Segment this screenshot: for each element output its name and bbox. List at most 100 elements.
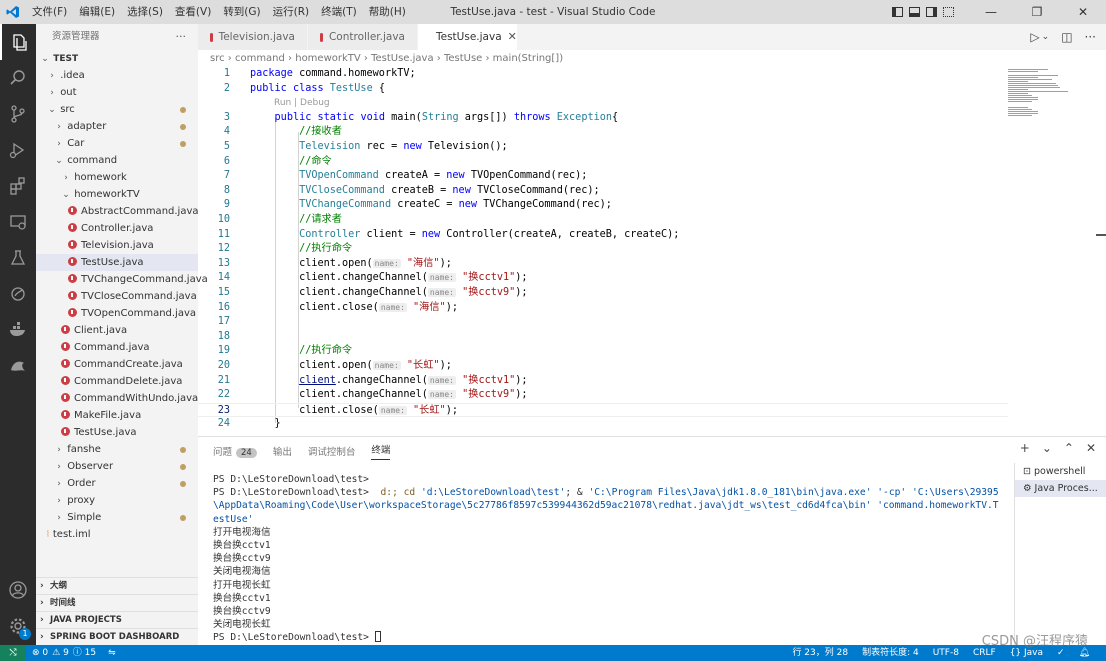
menu-item[interactable]: 终端(T)	[315, 0, 363, 24]
chevron-down-icon[interactable]: ⌄	[40, 51, 50, 68]
code-line[interactable]: 3 public static void main(String args[])…	[198, 111, 1008, 126]
panel-tab[interactable]: 调试控制台	[308, 444, 356, 458]
close-panel-icon[interactable]: ✕	[1086, 441, 1096, 455]
chevron-down-icon[interactable]: ⌄	[54, 153, 64, 170]
explorer-icon[interactable]	[0, 24, 36, 60]
cursor-position[interactable]: 行 23，列 28	[792, 645, 848, 661]
run-dropdown-icon[interactable]: ⌄	[1042, 32, 1050, 42]
code-line[interactable]: 1 package command.homeworkTV;	[198, 67, 1008, 82]
code-line[interactable]: 6 //命令	[198, 155, 1008, 170]
live-share-icon[interactable]: ⇋	[108, 645, 116, 661]
chevron-down-icon[interactable]: ⌄	[61, 187, 71, 204]
code-line[interactable]: 18	[198, 330, 1008, 345]
code-line[interactable]: 20 client.open(name: "长虹");	[198, 359, 1008, 374]
tree-item[interactable]: ⦚ test.iml	[36, 526, 198, 543]
tree-item[interactable]: TVChangeCommand.java	[36, 271, 208, 288]
panel-tab[interactable]: 终端	[371, 442, 391, 460]
chevron-right-icon[interactable]: ›	[54, 442, 64, 459]
errors-count[interactable]: ⊗ 0	[32, 645, 48, 661]
code-line[interactable]: 2 public class TestUse {	[198, 82, 1008, 97]
chevron-down-icon[interactable]: ⌄	[47, 102, 57, 119]
more-actions-icon[interactable]: ···	[176, 30, 187, 43]
sidebar-section[interactable]: › 大纲	[36, 577, 198, 594]
sidebar-section[interactable]: › JAVA PROJECTS	[36, 611, 198, 628]
split-editor-icon[interactable]: ◫	[1061, 30, 1072, 44]
minimize-button[interactable]: —	[968, 0, 1014, 24]
tab-size[interactable]: 制表符长度: 4	[862, 645, 919, 661]
tree-item[interactable]: › Order	[36, 475, 198, 492]
menu-item[interactable]: 选择(S)	[121, 0, 169, 24]
menu-item[interactable]: 查看(V)	[169, 0, 217, 24]
editor-tab[interactable]: Television.java	[198, 24, 308, 50]
sidebar-section[interactable]: › 时间线	[36, 594, 198, 611]
chevron-right-icon[interactable]: ›	[54, 493, 64, 510]
code-line[interactable]: 14 client.changeChannel(name: "换cctv1");	[198, 271, 1008, 286]
spring-boot-icon[interactable]	[0, 276, 36, 312]
info-count[interactable]: ⓘ 15	[73, 645, 96, 661]
tree-item[interactable]: TestUse.java	[36, 254, 198, 271]
menu-item[interactable]: 帮助(H)	[363, 0, 412, 24]
tree-item[interactable]: ⌄ command	[36, 152, 198, 169]
toggle-panel-icon[interactable]	[909, 7, 920, 17]
code-line[interactable]: 11 Controller client = new Controller(cr…	[198, 228, 1008, 243]
manage-gear-icon[interactable]: 1	[0, 608, 36, 644]
restore-button[interactable]: ❐	[1014, 0, 1060, 24]
code-line[interactable]: 22 client.changeChannel(name: "换cctv9");	[198, 388, 1008, 403]
code-line[interactable]: 13 client.open(name: "海信");	[198, 257, 1008, 272]
code-line[interactable]: 15 client.changeChannel(name: "换cctv9");	[198, 286, 1008, 301]
tree-item[interactable]: TestUse.java	[36, 424, 198, 441]
terminal-dropdown-icon[interactable]: ⌄	[1042, 441, 1052, 455]
mysql-icon[interactable]	[0, 348, 36, 384]
chevron-right-icon[interactable]: ›	[54, 119, 64, 136]
tree-item[interactable]: › fanshe	[36, 441, 198, 458]
minimap[interactable]	[1004, 67, 1094, 127]
remote-indicator-icon[interactable]: ⤭	[0, 645, 26, 661]
code-line[interactable]: 5 Television rec = new Television();	[198, 140, 1008, 155]
run-icon[interactable]: ▷	[1030, 30, 1039, 44]
code-line[interactable]: 7 TVOpenCommand createA = new TVOpenComm…	[198, 169, 1008, 184]
toggle-secondary-sidebar-icon[interactable]	[926, 7, 937, 17]
editor-more-icon[interactable]: ···	[1085, 30, 1096, 44]
breadcrumb[interactable]: src › command › homeworkTV › TestUse.jav…	[210, 51, 563, 67]
run-debug-codelens[interactable]: Run | Debug	[274, 96, 330, 110]
tree-item[interactable]: CommandDelete.java	[36, 373, 198, 390]
tree-item[interactable]: › Car	[36, 135, 198, 152]
code-line[interactable]: 16 client.close(name: "海信");	[198, 301, 1008, 316]
menu-item[interactable]: 运行(R)	[267, 0, 316, 24]
terminal-instance[interactable]: ⊡ powershell	[1015, 463, 1106, 480]
tree-item[interactable]: Controller.java	[36, 220, 198, 237]
customize-layout-icon[interactable]	[943, 7, 954, 17]
chevron-right-icon[interactable]: ›	[54, 476, 64, 493]
code-editor[interactable]: 1 package command.homeworkTV; 2 public clas…	[198, 67, 1018, 433]
sidebar-section[interactable]: › SPRING BOOT DASHBOARD	[36, 628, 198, 645]
chevron-right-icon[interactable]: ›	[47, 68, 57, 85]
run-debug-icon[interactable]	[0, 132, 36, 168]
chevron-right-icon[interactable]: ›	[47, 85, 57, 102]
code-line[interactable]: 9 TVChangeCommand createC = new TVChange…	[198, 198, 1008, 213]
code-line[interactable]: 23 client.close(name: "长虹");	[198, 402, 1008, 418]
tree-item[interactable]: ⌄ TEST	[36, 50, 198, 67]
chevron-right-icon[interactable]: ›	[54, 136, 64, 153]
tree-item[interactable]: › adapter	[36, 118, 198, 135]
search-icon[interactable]	[0, 60, 36, 96]
new-terminal-icon[interactable]: +	[1020, 441, 1030, 455]
tree-item[interactable]: Command.java	[36, 339, 198, 356]
tree-item[interactable]: MakeFile.java	[36, 407, 198, 424]
file-encoding[interactable]: UTF-8	[933, 645, 959, 661]
tree-item[interactable]: › .idea	[36, 67, 198, 84]
tree-item[interactable]: TVCloseCommand.java	[36, 288, 198, 305]
editor-tab[interactable]: TestUse.java ✕	[418, 24, 518, 50]
tree-item[interactable]: › Observer	[36, 458, 198, 475]
menu-item[interactable]: 编辑(E)	[73, 0, 121, 24]
tree-item[interactable]: CommandWithUndo.java	[36, 390, 198, 407]
editor-tab[interactable]: Controller.java	[308, 24, 418, 50]
chevron-right-icon[interactable]: ›	[54, 459, 64, 476]
menu-item[interactable]: 转到(G)	[217, 0, 266, 24]
panel-tab[interactable]: 输出	[273, 444, 292, 458]
code-line[interactable]: 4 //接收者	[198, 125, 1008, 140]
code-line[interactable]: 24 }	[198, 417, 1008, 432]
tree-item[interactable]: CommandCreate.java	[36, 356, 198, 373]
source-control-icon[interactable]	[0, 96, 36, 132]
testing-icon[interactable]	[0, 240, 36, 276]
terminal-instance[interactable]: ⚙ Java Proces...	[1015, 480, 1106, 497]
